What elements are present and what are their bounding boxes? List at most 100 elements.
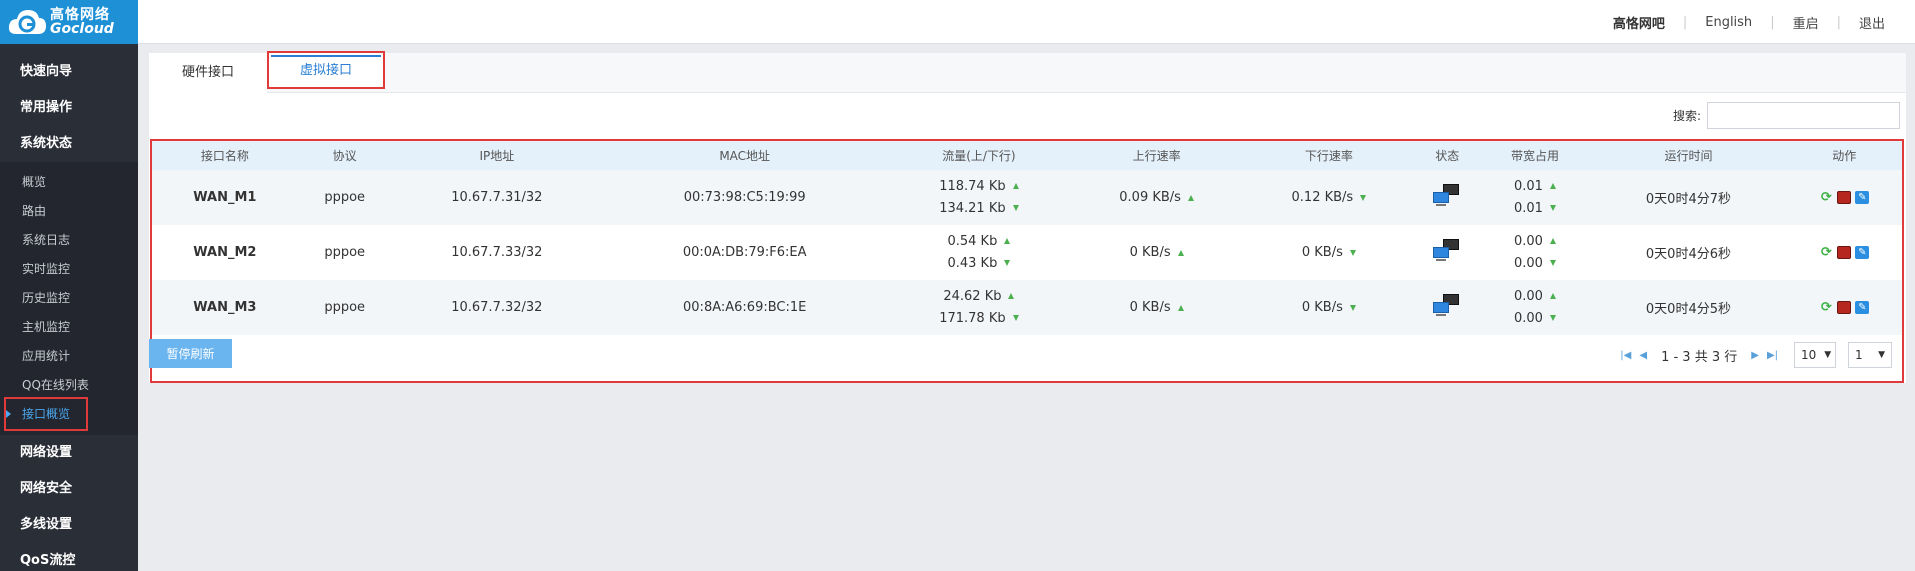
traffic-down: 0.43 Kb (947, 255, 998, 271)
menu-network-security[interactable]: 网络安全 (0, 471, 138, 507)
col-header: 运行时间 (1590, 141, 1787, 170)
disconnect-icon[interactable] (1837, 246, 1852, 259)
upload-rate-cell: 0.09 KB/s (1070, 170, 1243, 225)
page-select[interactable]: 1 ▼ (1848, 342, 1892, 368)
network-computers-icon (1433, 238, 1461, 263)
system-status-submenu: 概览 路由 系统日志 实时监控 历史监控 主机监控 应用统计 QQ在线列表 接口… (0, 162, 138, 435)
bandwidth-up: 0.01 (1513, 178, 1543, 194)
link-gocloud-netbar[interactable]: 高恪网吧 (1595, 13, 1683, 32)
cloud-logo-icon (6, 4, 48, 40)
menu-qos[interactable]: QoS流控 (0, 543, 138, 571)
col-header: 带宽占用 (1479, 141, 1591, 170)
search-area: 搜索: (1673, 102, 1900, 129)
download-rate: 0 KB/s (1301, 245, 1343, 260)
arrow-down-icon (1549, 205, 1556, 211)
col-header: 上行速率 (1070, 141, 1243, 170)
menu-system-status[interactable]: 系统状态 (0, 126, 138, 162)
arrow-up-icon (1177, 304, 1184, 311)
search-label: 搜索: (1672, 109, 1701, 123)
main-panel: 硬件接口 虚拟接口 搜索: 接口名称 协议 IP地址 MAC地址 流量(上/下行… (149, 51, 1906, 383)
sidebar-item-overview[interactable]: 概览 (0, 168, 138, 197)
sidebar: 高恪网络 Gocloud 快速向导 常用操作 系统状态 概览 路由 系统日志 实… (0, 0, 138, 571)
refresh-icon[interactable]: ⟳ (1819, 191, 1833, 204)
download-rate-cell: 0 KB/s (1242, 280, 1416, 335)
sidebar-item-routing[interactable]: 路由 (0, 197, 138, 226)
col-header: MAC地址 (602, 141, 888, 170)
traffic-cell: 0.54 Kb 0.43 Kb (887, 225, 1071, 280)
pause-refresh-button[interactable]: 暂停刷新 (149, 339, 232, 368)
col-header: 动作 (1786, 141, 1902, 170)
edit-icon[interactable]: ✎ (1855, 191, 1870, 204)
topbar: 高恪网吧 | English | 重启 | 退出 (138, 0, 1915, 44)
menu-multiline-settings[interactable]: 多线设置 (0, 507, 138, 543)
uptime: 0天0时4分7秒 (1590, 170, 1787, 225)
sidebar-item-system-log[interactable]: 系统日志 (0, 226, 138, 255)
arrow-up-icon (1004, 238, 1011, 244)
bandwidth-down: 0.01 (1513, 200, 1543, 216)
traffic-up: 0.54 Kb (947, 233, 998, 249)
arrow-down-icon (1549, 260, 1556, 266)
upload-rate: 0 KB/s (1129, 245, 1171, 260)
upload-rate-cell: 0 KB/s (1070, 280, 1243, 335)
sidebar-item-qq-online[interactable]: QQ在线列表 (0, 371, 138, 400)
upload-rate-cell: 0 KB/s (1070, 225, 1243, 280)
arrow-down-icon (1549, 315, 1556, 321)
first-page-icon[interactable]: |◀ (1620, 350, 1631, 361)
search-input[interactable] (1707, 102, 1900, 129)
disconnect-icon[interactable] (1837, 191, 1852, 204)
interface-name: WAN_M3 (152, 280, 298, 335)
arrow-up-icon (1187, 194, 1194, 201)
tab-bar: 硬件接口 虚拟接口 (149, 51, 1906, 93)
interface-name: WAN_M2 (152, 225, 298, 280)
arrow-up-icon (1549, 183, 1556, 189)
download-rate-cell: 0.12 KB/s (1242, 170, 1416, 225)
page-size-select[interactable]: 10 ▼ (1794, 342, 1836, 368)
sidebar-item-realtime-monitor[interactable]: 实时监控 (0, 255, 138, 284)
network-computers-icon (1433, 183, 1461, 208)
arrow-down-icon (1004, 260, 1011, 266)
tab-hardware-interface[interactable]: 硬件接口 (149, 53, 267, 93)
menu-network-settings[interactable]: 网络设置 (0, 435, 138, 471)
menu-quick-guide[interactable]: 快速向导 (0, 54, 138, 90)
brand-name-cn: 高恪网络 (50, 7, 110, 23)
prev-page-icon[interactable]: ◀ (1639, 350, 1647, 361)
page-value: 1 (1855, 348, 1863, 362)
link-logout[interactable]: 退出 (1841, 13, 1903, 32)
last-page-icon[interactable]: ▶| (1767, 350, 1778, 361)
tab-virtual-interface[interactable]: 虚拟接口 (267, 51, 385, 89)
sidebar-item-history-monitor[interactable]: 历史监控 (0, 284, 138, 313)
edit-icon[interactable]: ✎ (1855, 246, 1870, 259)
protocol: pppoe (297, 280, 392, 335)
actions-cell: ⟳ ✎ (1786, 170, 1902, 225)
col-header: 下行速率 (1242, 141, 1416, 170)
page-range-text: 1 - 3 共 3 行 (1661, 349, 1738, 365)
traffic-cell: 24.62 Kb 171.78 Kb (887, 280, 1071, 335)
sidebar-item-app-stats[interactable]: 应用统计 (0, 342, 138, 371)
menu-common-ops[interactable]: 常用操作 (0, 90, 138, 126)
uptime: 0天0时4分6秒 (1590, 225, 1787, 280)
ip-address: 10.67.7.32/32 (391, 280, 603, 335)
refresh-icon[interactable]: ⟳ (1819, 246, 1833, 259)
protocol: pppoe (297, 170, 392, 225)
actions-cell: ⟳ ✎ (1786, 225, 1902, 280)
bandwidth-down: 0.00 (1513, 255, 1543, 271)
logo: 高恪网络 Gocloud (0, 0, 138, 44)
disconnect-icon[interactable] (1837, 301, 1852, 314)
next-page-icon[interactable]: ▶ (1751, 350, 1759, 361)
sidebar-item-host-monitor[interactable]: 主机监控 (0, 313, 138, 342)
upload-rate: 0 KB/s (1129, 300, 1171, 315)
status-cell (1415, 280, 1480, 335)
status-cell (1415, 170, 1480, 225)
actions-cell: ⟳ ✎ (1786, 280, 1902, 335)
mac-address: 00:8A:A6:69:BC:1E (602, 280, 888, 335)
sidebar-item-interface-overview[interactable]: 接口概览 (0, 397, 138, 431)
link-reboot[interactable]: 重启 (1775, 13, 1837, 32)
arrow-up-icon (1177, 249, 1184, 256)
arrow-up-icon (1549, 293, 1556, 299)
link-english[interactable]: English (1687, 15, 1770, 30)
refresh-icon[interactable]: ⟳ (1819, 301, 1833, 314)
edit-icon[interactable]: ✎ (1855, 301, 1870, 314)
ip-address: 10.67.7.31/32 (391, 170, 603, 225)
brand-name-en: Gocloud (50, 21, 114, 37)
col-header: IP地址 (391, 141, 603, 170)
